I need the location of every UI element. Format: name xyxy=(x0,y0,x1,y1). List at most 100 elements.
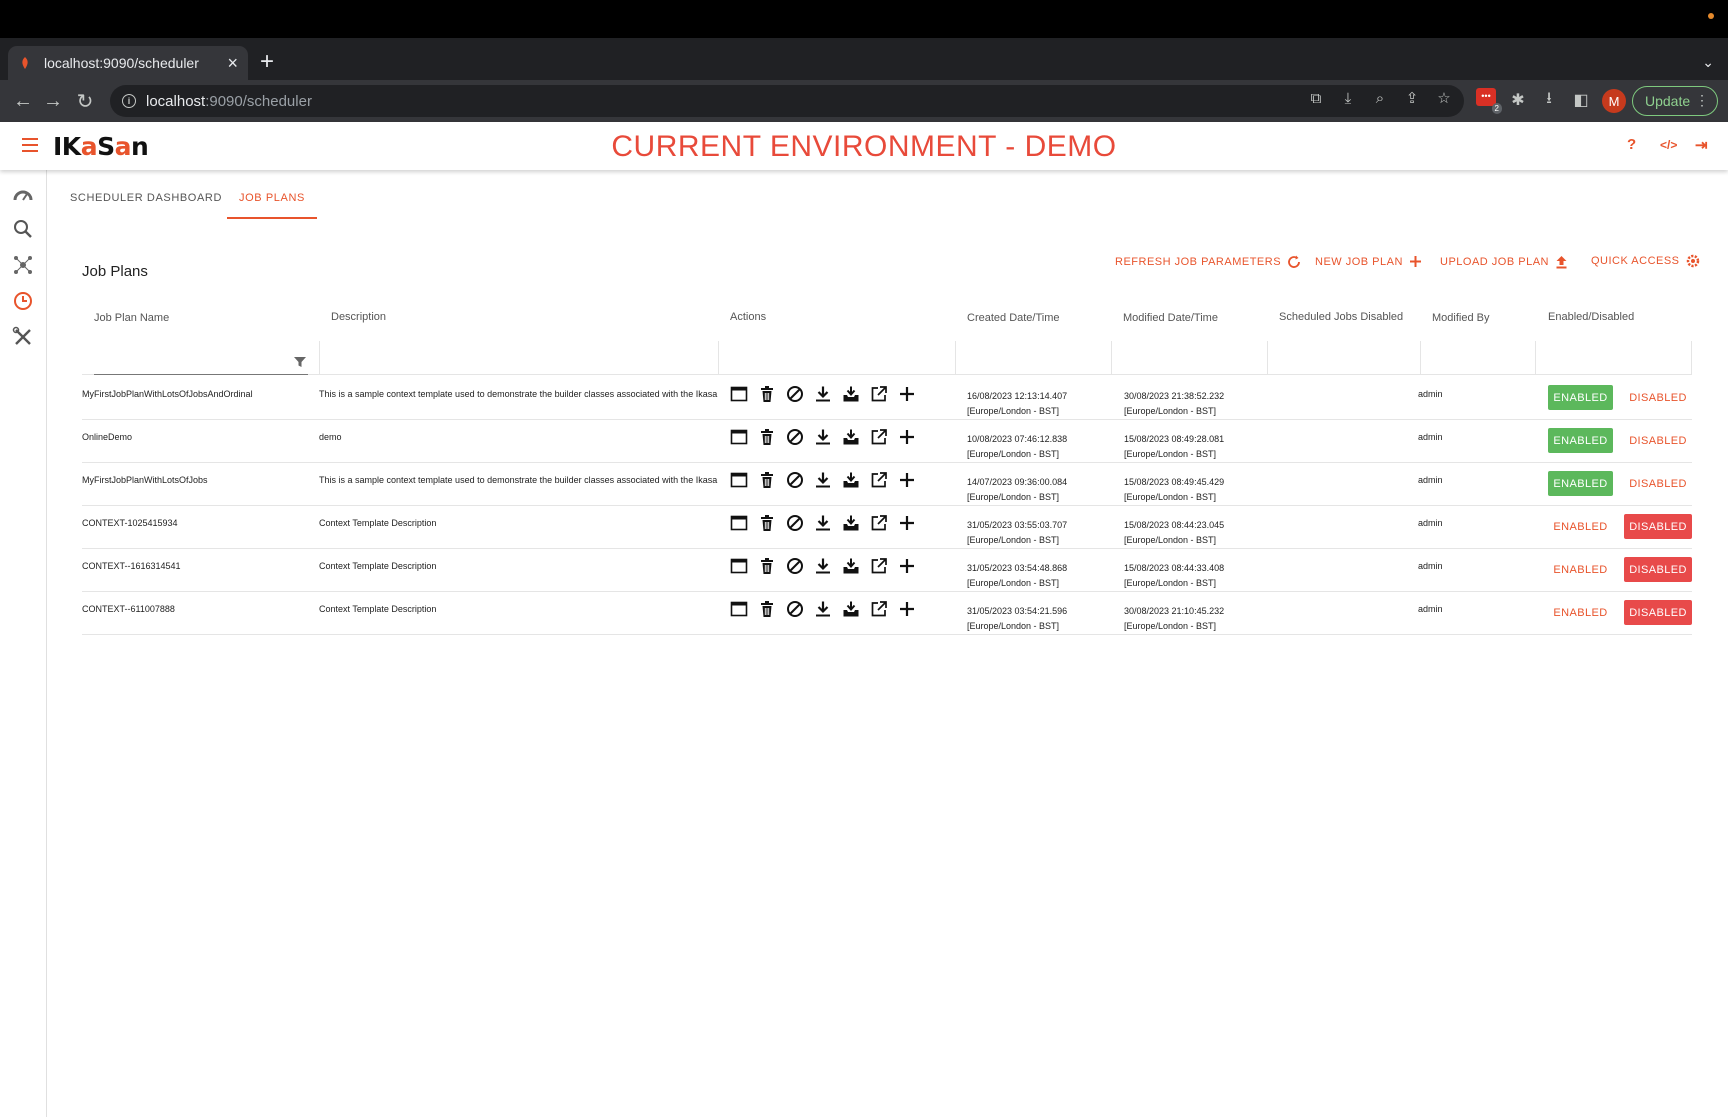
side-panel-icon[interactable]: ◧ xyxy=(1570,89,1592,111)
delete-icon[interactable] xyxy=(758,600,776,618)
download-icon[interactable] xyxy=(814,385,832,403)
disable-button[interactable]: DISABLED xyxy=(1624,600,1692,625)
extension-badge-icon[interactable]: ••• 2 xyxy=(1476,88,1502,114)
topology-network-icon[interactable] xyxy=(12,254,34,276)
download-tray-icon[interactable] xyxy=(842,557,860,575)
dashboard-gauge-icon[interactable] xyxy=(12,184,34,206)
enable-button[interactable]: ENABLED xyxy=(1548,514,1613,539)
extensions-puzzle-icon[interactable]: ✱ xyxy=(1507,89,1529,111)
tab-job-plans[interactable]: JOB PLANS xyxy=(227,185,317,219)
profile-avatar[interactable]: M xyxy=(1602,89,1626,113)
open-external-icon[interactable] xyxy=(870,385,888,403)
delete-icon[interactable] xyxy=(758,471,776,489)
reload-icon[interactable]: ↻ xyxy=(72,88,98,114)
job-plan-name[interactable]: OnlineDemo xyxy=(82,432,132,442)
disable-icon[interactable] xyxy=(786,428,804,446)
window-icon[interactable] xyxy=(730,557,748,575)
download-tray-icon[interactable] xyxy=(842,514,860,532)
disable-icon[interactable] xyxy=(786,471,804,489)
enable-button[interactable]: ENABLED xyxy=(1548,557,1613,582)
add-icon[interactable] xyxy=(898,385,916,403)
disable-button[interactable]: DISABLED xyxy=(1624,514,1692,539)
open-external-icon[interactable] xyxy=(870,428,888,446)
download-icon[interactable] xyxy=(814,557,832,575)
open-external-icon[interactable] xyxy=(870,600,888,618)
download-icon[interactable] xyxy=(814,471,832,489)
address-input[interactable]: i localhost:9090/scheduler xyxy=(110,85,1464,117)
download-icon[interactable] xyxy=(814,514,832,532)
window-icon[interactable] xyxy=(730,600,748,618)
code-icon[interactable]: </> xyxy=(1660,138,1677,152)
job-plan-name[interactable]: MyFirstJobPlanWithLotsOfJobsAndOrdinal xyxy=(82,389,253,399)
update-button[interactable]: Update ⋮ xyxy=(1632,86,1718,116)
window-icon[interactable] xyxy=(730,514,748,532)
search-icon[interactable] xyxy=(12,218,34,240)
row-actions xyxy=(730,600,916,618)
browser-tab[interactable]: localhost:9090/scheduler × xyxy=(8,46,248,80)
tools-icon[interactable] xyxy=(12,326,34,348)
delete-icon[interactable] xyxy=(758,428,776,446)
download-icon[interactable] xyxy=(814,428,832,446)
upload-job-plan-button[interactable]: UPLOAD JOB PLAN xyxy=(1440,255,1568,269)
window-icon[interactable] xyxy=(730,385,748,403)
zoom-icon[interactable]: ⌕ xyxy=(1370,88,1390,108)
window-icon[interactable] xyxy=(730,428,748,446)
bookmark-star-icon[interactable]: ☆ xyxy=(1434,88,1454,108)
disable-button[interactable]: DISABLED xyxy=(1624,471,1692,496)
job-plan-name-filter-input[interactable] xyxy=(94,355,308,375)
new-job-plan-button[interactable]: NEW JOB PLAN xyxy=(1315,255,1422,268)
install-icon[interactable]: ⤓ xyxy=(1338,88,1358,108)
add-icon[interactable] xyxy=(898,471,916,489)
refresh-job-parameters-button[interactable]: REFRESH JOB PARAMETERS xyxy=(1115,255,1301,269)
open-in-app-icon[interactable]: ⧉ xyxy=(1306,88,1326,108)
logout-icon[interactable]: ⇥ xyxy=(1695,136,1708,154)
disable-button[interactable]: DISABLED xyxy=(1624,557,1692,582)
scheduler-clock-icon[interactable] xyxy=(12,290,34,312)
delete-icon[interactable] xyxy=(758,385,776,403)
job-plan-name[interactable]: CONTEXT--1616314541 xyxy=(82,561,181,571)
open-external-icon[interactable] xyxy=(870,557,888,575)
disable-icon[interactable] xyxy=(786,600,804,618)
site-info-icon[interactable]: i xyxy=(122,94,136,108)
open-external-icon[interactable] xyxy=(870,471,888,489)
help-icon[interactable]: ? xyxy=(1627,136,1636,153)
new-tab-button[interactable]: + xyxy=(260,48,274,76)
download-tray-icon[interactable] xyxy=(842,428,860,446)
tab-close-icon[interactable]: × xyxy=(227,53,238,74)
download-tray-icon[interactable] xyxy=(842,471,860,489)
disable-icon[interactable] xyxy=(786,557,804,575)
open-external-icon[interactable] xyxy=(870,514,888,532)
back-icon[interactable]: ← xyxy=(10,88,36,114)
downloads-icon[interactable]: ⭳ xyxy=(1538,89,1560,111)
add-icon[interactable] xyxy=(898,600,916,618)
job-plan-name[interactable]: MyFirstJobPlanWithLotsOfJobs xyxy=(82,475,208,485)
disable-button[interactable]: DISABLED xyxy=(1624,428,1692,453)
job-plan-name[interactable]: CONTEXT--611007888 xyxy=(82,604,175,614)
download-icon[interactable] xyxy=(814,600,832,618)
window-icon[interactable] xyxy=(730,471,748,489)
menu-hamburger-icon[interactable] xyxy=(22,138,38,152)
disable-icon[interactable] xyxy=(786,385,804,403)
download-tray-icon[interactable] xyxy=(842,600,860,618)
tab-search-chevron-icon[interactable]: ⌄ xyxy=(1702,54,1714,71)
delete-icon[interactable] xyxy=(758,557,776,575)
created-datetime: 10/08/2023 07:46:12.838 [Europe/London - … xyxy=(967,434,1068,459)
tab-scheduler-dashboard[interactable]: SCHEDULER DASHBOARD xyxy=(58,185,234,219)
disable-button[interactable]: DISABLED xyxy=(1624,385,1692,410)
quick-access-button[interactable]: QUICK ACCESS xyxy=(1591,254,1700,268)
delete-icon[interactable] xyxy=(758,514,776,532)
share-icon[interactable]: ⇪ xyxy=(1402,88,1422,108)
job-plan-name[interactable]: CONTEXT-1025415934 xyxy=(82,518,178,528)
forward-icon[interactable]: → xyxy=(40,88,66,114)
download-tray-icon[interactable] xyxy=(842,385,860,403)
enable-button[interactable]: ENABLED xyxy=(1548,600,1613,625)
disable-icon[interactable] xyxy=(786,514,804,532)
add-icon[interactable] xyxy=(898,428,916,446)
add-icon[interactable] xyxy=(898,557,916,575)
add-icon[interactable] xyxy=(898,514,916,532)
enable-button[interactable]: ENABLED xyxy=(1548,385,1613,410)
more-menu-icon[interactable]: ⋮ xyxy=(1695,92,1709,109)
enable-button[interactable]: ENABLED xyxy=(1548,428,1613,453)
enable-button[interactable]: ENABLED xyxy=(1548,471,1613,496)
filter-funnel-icon[interactable] xyxy=(294,356,306,368)
